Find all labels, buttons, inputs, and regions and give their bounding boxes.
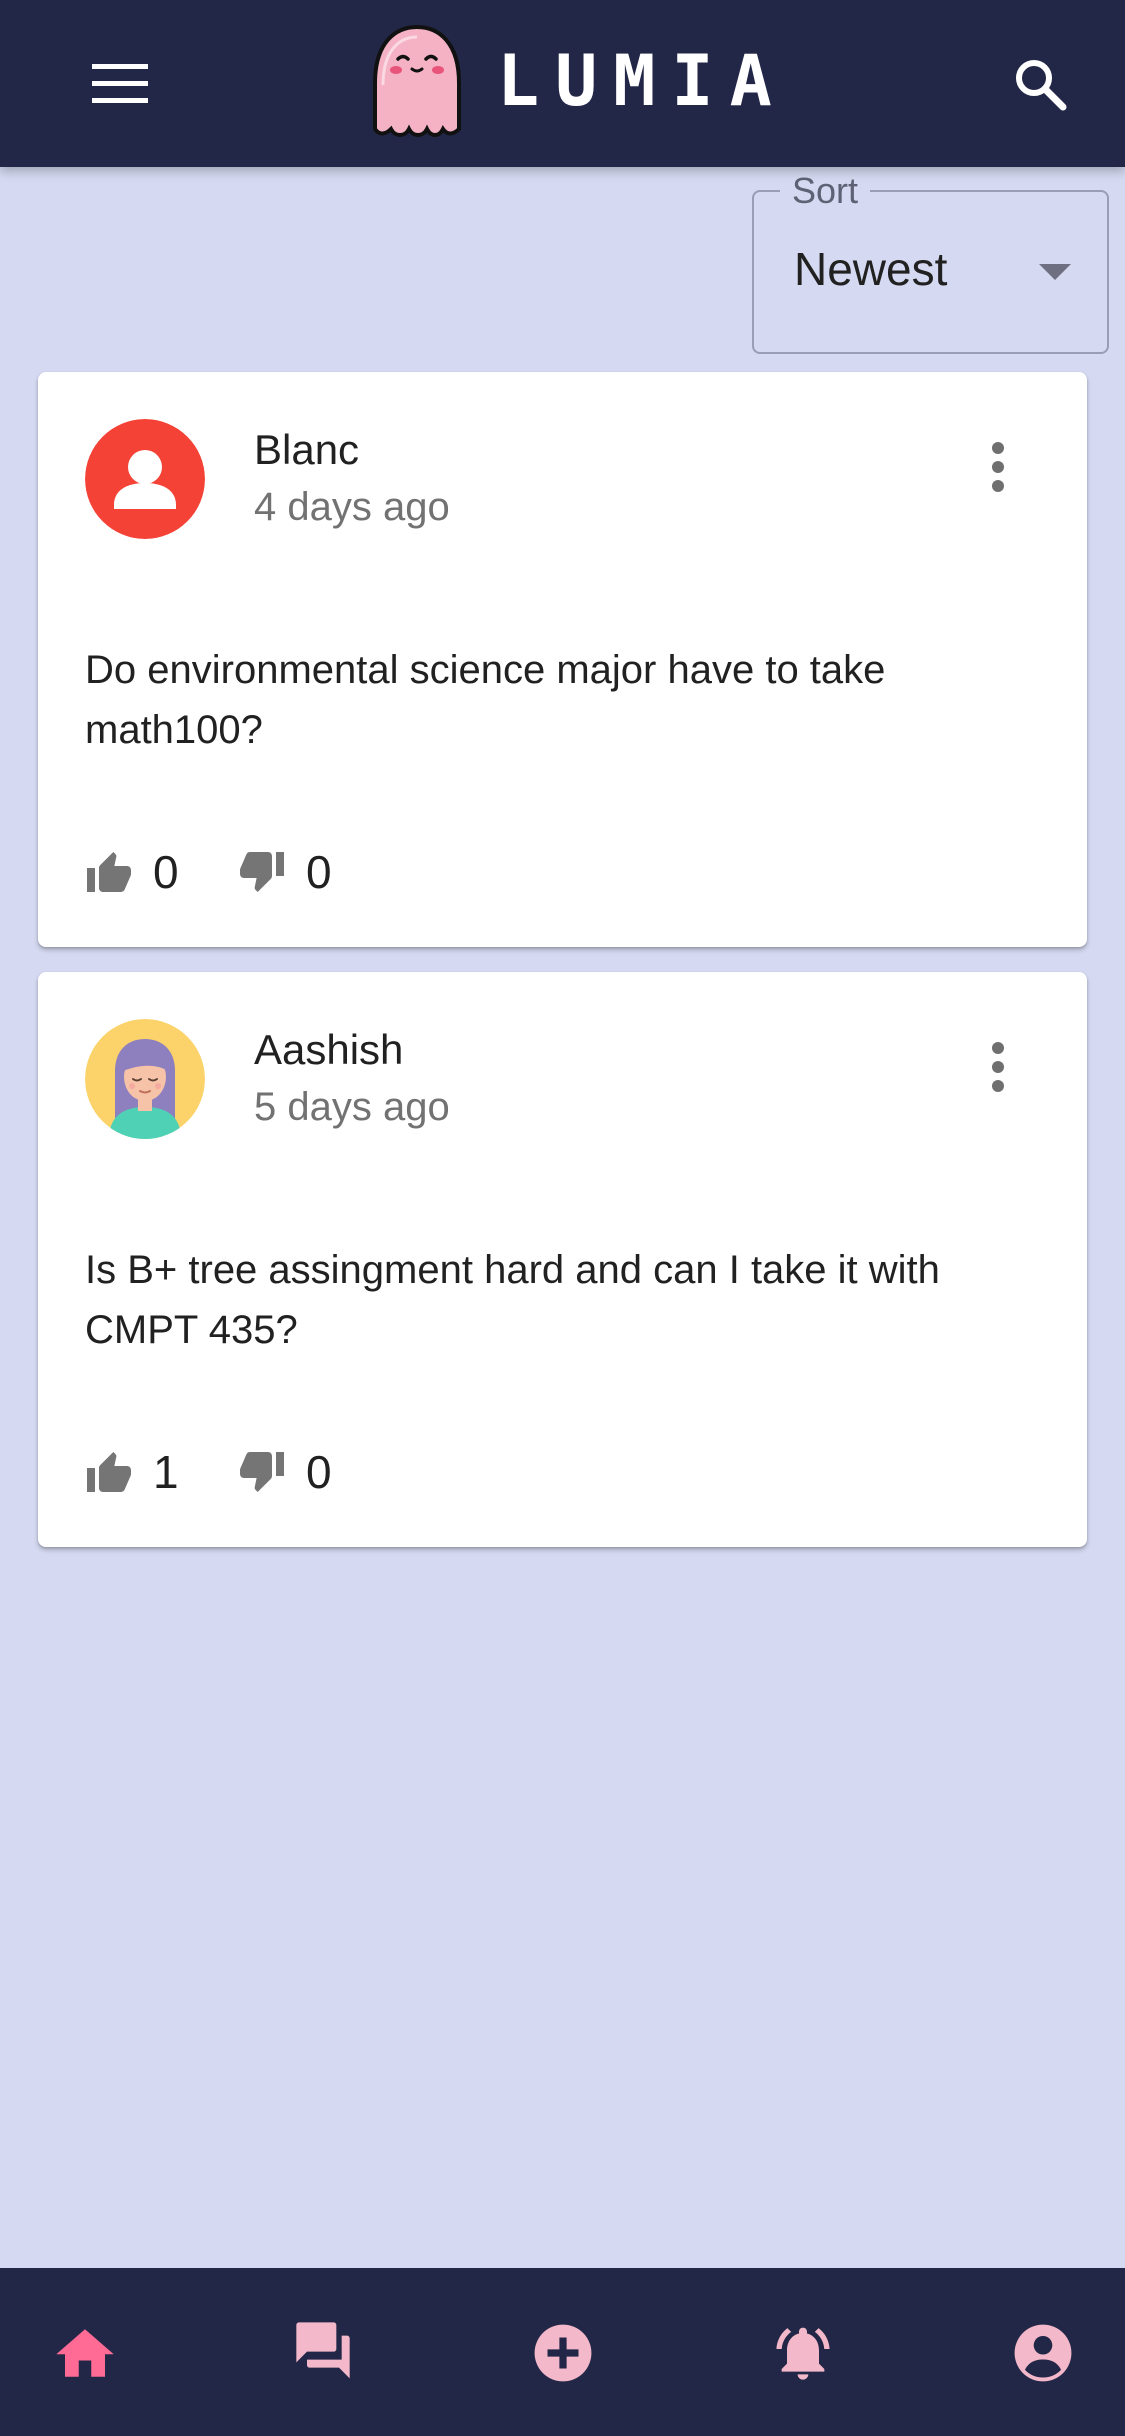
downvote-button[interactable]: 0: [238, 842, 332, 902]
account-circle-icon: [1014, 2324, 1072, 2382]
upvote-count: 0: [153, 846, 179, 898]
upvote-button[interactable]: 1: [85, 1442, 179, 1502]
post-card[interactable]: Aashish 5 days ago Is B+ tree assingment…: [38, 972, 1087, 1547]
upvote-count: 1: [153, 1446, 179, 1498]
search-button[interactable]: [990, 40, 1090, 128]
sort-select[interactable]: Sort Newest: [752, 170, 1109, 354]
post-card[interactable]: Blanc 4 days ago Do environmental scienc…: [38, 372, 1087, 947]
search-icon: [1016, 60, 1067, 111]
post-body[interactable]: Do environmental science major have to t…: [85, 640, 1045, 760]
more-vertical-icon: [992, 1042, 1004, 1092]
person-avatar-icon: [85, 419, 205, 539]
notifications-active-icon: [776, 2327, 830, 2380]
woman-avatar-icon: [85, 1019, 205, 1139]
more-vertical-icon: [992, 442, 1004, 492]
post-author: Blanc: [254, 426, 360, 473]
add-circle-icon: [534, 2324, 592, 2382]
upvote-button[interactable]: 0: [85, 842, 179, 902]
downvote-count: 0: [306, 846, 332, 898]
thumb-down-icon: [240, 1452, 284, 1492]
nav-create-post[interactable]: [523, 2313, 603, 2393]
thumb-up-icon: [87, 1452, 131, 1492]
brand-title: LUMIA: [497, 39, 788, 122]
post-more-button[interactable]: [978, 432, 1018, 502]
post-author: Aashish: [254, 1026, 404, 1073]
brand[interactable]: LUMIA: [365, 18, 788, 143]
home-icon: [56, 2329, 114, 2377]
forum-icon: [296, 2322, 350, 2379]
avatar[interactable]: [85, 1019, 205, 1139]
sort-label: Sort: [780, 170, 871, 212]
thumb-down-icon: [240, 852, 284, 892]
ghost-logo-icon: [373, 24, 461, 137]
menu-button[interactable]: [70, 40, 170, 128]
top-app-bar: LUMIA: [0, 0, 1125, 167]
downvote-button[interactable]: 0: [238, 1442, 332, 1502]
nav-notifications[interactable]: [763, 2313, 843, 2393]
avatar[interactable]: [85, 419, 205, 539]
nav-profile[interactable]: [1003, 2313, 1083, 2393]
bottom-navigation: [0, 2268, 1125, 2436]
nav-forum[interactable]: [283, 2313, 363, 2393]
sort-value: Newest: [794, 243, 948, 295]
thumb-up-icon: [87, 852, 131, 892]
downvote-count: 0: [306, 1446, 332, 1498]
nav-home[interactable]: [45, 2313, 125, 2393]
post-more-button[interactable]: [978, 1032, 1018, 1102]
post-timestamp: 5 days ago: [254, 1085, 450, 1129]
post-timestamp: 4 days ago: [254, 485, 450, 529]
hamburger-menu-icon: [92, 64, 148, 103]
post-body[interactable]: Is B+ tree assingment hard and can I tak…: [85, 1240, 1045, 1360]
app-root: LUMIA Sort Newest Blanc 4 days ago Do en…: [0, 0, 1125, 2436]
dropdown-arrow-icon: [1039, 264, 1071, 280]
